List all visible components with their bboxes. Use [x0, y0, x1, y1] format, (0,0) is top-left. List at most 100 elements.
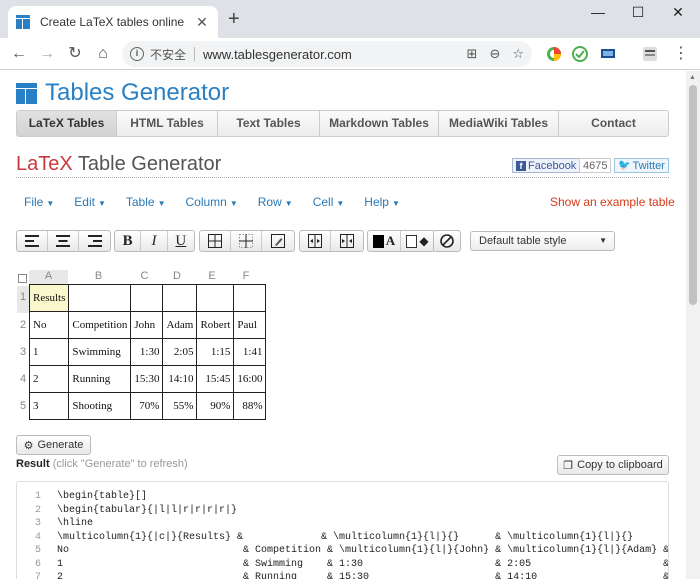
menu-column[interactable]: Column ▼ [185, 195, 237, 209]
clear-format-button[interactable] [434, 231, 460, 251]
extension-screen-icon[interactable] [600, 46, 616, 62]
info-icon[interactable]: i [130, 47, 144, 61]
row-header-3[interactable]: 3 [17, 341, 29, 368]
table-cell[interactable]: Swimming [68, 338, 132, 366]
table-cell[interactable]: 1:15 [196, 338, 235, 366]
extension-color-icon[interactable] [546, 46, 562, 62]
nav-html-tables[interactable]: HTML Tables [117, 111, 218, 136]
italic-button[interactable]: I [141, 231, 168, 251]
table-cell[interactable] [68, 284, 132, 312]
table-style-select[interactable]: Default table style ▼ [470, 231, 615, 251]
close-window-button[interactable]: ✕ [668, 4, 688, 21]
back-button[interactable]: ← [8, 43, 30, 65]
table-cell[interactable]: Robert [196, 311, 235, 339]
new-tab-button[interactable]: + [228, 9, 240, 29]
maximize-button[interactable]: ☐ [628, 4, 648, 21]
forward-button[interactable]: → [36, 43, 58, 65]
column-header-c[interactable]: C [129, 270, 160, 284]
address-bar[interactable]: i 不安全 www.tablesgenerator.com ⊞ ⊖ ☆ [122, 41, 532, 67]
row-header-4[interactable]: 4 [17, 368, 29, 395]
page-scrollbar[interactable]: ▲ [686, 71, 700, 579]
table-cell[interactable]: 1 [28, 338, 70, 366]
row-header-1[interactable]: 1 [17, 286, 29, 313]
tab-close-icon[interactable]: ✕ [194, 14, 210, 31]
underline-button[interactable]: U [168, 231, 194, 251]
table-cell[interactable]: Adam [162, 311, 198, 339]
zoom-icon[interactable]: ⊖ [489, 46, 500, 62]
show-example-link[interactable]: Show an example table [550, 195, 675, 209]
table-cell[interactable]: Running [68, 365, 132, 393]
menu-help[interactable]: Help ▼ [364, 195, 400, 209]
row-header-2[interactable]: 2 [17, 314, 29, 341]
table-cell[interactable]: 2:05 [162, 338, 198, 366]
extension-check-icon[interactable] [572, 46, 588, 62]
table-cell[interactable]: 3 [28, 392, 70, 420]
column-header-d[interactable]: D [160, 270, 194, 284]
generate-button[interactable]: ⚙ Generate [16, 435, 91, 455]
reload-button[interactable]: ↻ [64, 43, 86, 65]
scroll-up-icon[interactable]: ▲ [689, 74, 696, 81]
menu-cell[interactable]: Cell ▼ [313, 195, 345, 209]
browser-menu-icon[interactable]: ⋮ [670, 43, 692, 65]
edit-borders-button[interactable] [262, 231, 293, 251]
table-cell[interactable]: 2 [28, 365, 70, 393]
table-cell[interactable]: Shooting [68, 392, 132, 420]
browser-tab[interactable]: Create LaTeX tables online ✕ [8, 6, 218, 38]
table-cell[interactable] [233, 284, 267, 312]
bookmark-star-icon[interactable]: ☆ [512, 46, 524, 62]
table-cell[interactable]: Results [28, 284, 70, 312]
twitter-share-button[interactable]: 🐦 Twitter [614, 158, 669, 173]
nav-text-tables[interactable]: Text Tables [218, 111, 320, 136]
table-cell[interactable]: 55% [162, 392, 198, 420]
all-borders-button[interactable] [200, 231, 231, 251]
fill-color-button[interactable]: ◆ [401, 231, 434, 251]
merge-cells-button[interactable] [300, 231, 331, 251]
table-cell[interactable]: 15:45 [196, 365, 235, 393]
table-cell[interactable] [162, 284, 198, 312]
select-all-checkbox[interactable] [18, 274, 27, 283]
column-header-e[interactable]: E [194, 270, 230, 284]
inner-borders-button[interactable] [231, 231, 262, 251]
url-text[interactable]: www.tablesgenerator.com [203, 47, 455, 62]
table-cell[interactable] [196, 284, 235, 312]
table-cell[interactable]: 14:10 [162, 365, 198, 393]
site-logo[interactable]: Tables Generator [16, 79, 229, 107]
table-cell[interactable] [130, 284, 164, 312]
align-left-button[interactable] [17, 231, 48, 251]
table-cell[interactable]: Paul [233, 311, 267, 339]
column-header-b[interactable]: B [68, 270, 129, 284]
column-header-a[interactable]: A [29, 270, 68, 284]
profile-avatar-icon[interactable] [642, 46, 658, 62]
nav-markdown-tables[interactable]: Markdown Tables [320, 111, 439, 136]
table-cell[interactable]: 90% [196, 392, 235, 420]
menu-table[interactable]: Table ▼ [126, 195, 166, 209]
align-center-button[interactable] [48, 231, 79, 251]
home-button[interactable]: ⌂ [92, 43, 114, 65]
table-cell[interactable]: No [28, 311, 70, 339]
nav-mediawiki-tables[interactable]: MediaWiki Tables [439, 111, 559, 136]
table-cell[interactable]: 1:41 [233, 338, 267, 366]
minimize-button[interactable]: — [588, 4, 608, 20]
menu-row[interactable]: Row ▼ [258, 195, 293, 209]
bold-button[interactable]: B [115, 231, 142, 251]
align-right-button[interactable] [79, 231, 110, 251]
table-cell[interactable]: John [130, 311, 164, 339]
text-color-button[interactable]: A [368, 231, 401, 251]
column-header-f[interactable]: F [230, 270, 262, 284]
table-cell[interactable]: 88% [233, 392, 267, 420]
facebook-share-button[interactable]: f Facebook [512, 158, 581, 173]
menu-file[interactable]: File ▼ [24, 195, 54, 209]
nav-contact[interactable]: Contact [559, 111, 668, 136]
menu-edit[interactable]: Edit ▼ [74, 195, 106, 209]
table-cell[interactable]: 70% [130, 392, 164, 420]
row-header-5[interactable]: 5 [17, 395, 29, 422]
table-cell[interactable]: 15:30 [130, 365, 164, 393]
table-cell[interactable]: Competition [68, 311, 132, 339]
scrollbar-thumb[interactable] [689, 85, 697, 305]
translate-icon[interactable]: ⊞ [467, 46, 478, 62]
nav-latex-tables[interactable]: LaTeX Tables [17, 111, 117, 136]
copy-to-clipboard-button[interactable]: ❐ Copy to clipboard [557, 455, 669, 475]
table-cell[interactable]: 1:30 [130, 338, 164, 366]
latex-output-code[interactable]: 1 \begin{table}[] 2 \begin{tabular}{|l|l|r… [16, 481, 669, 579]
split-cells-button[interactable] [331, 231, 362, 251]
